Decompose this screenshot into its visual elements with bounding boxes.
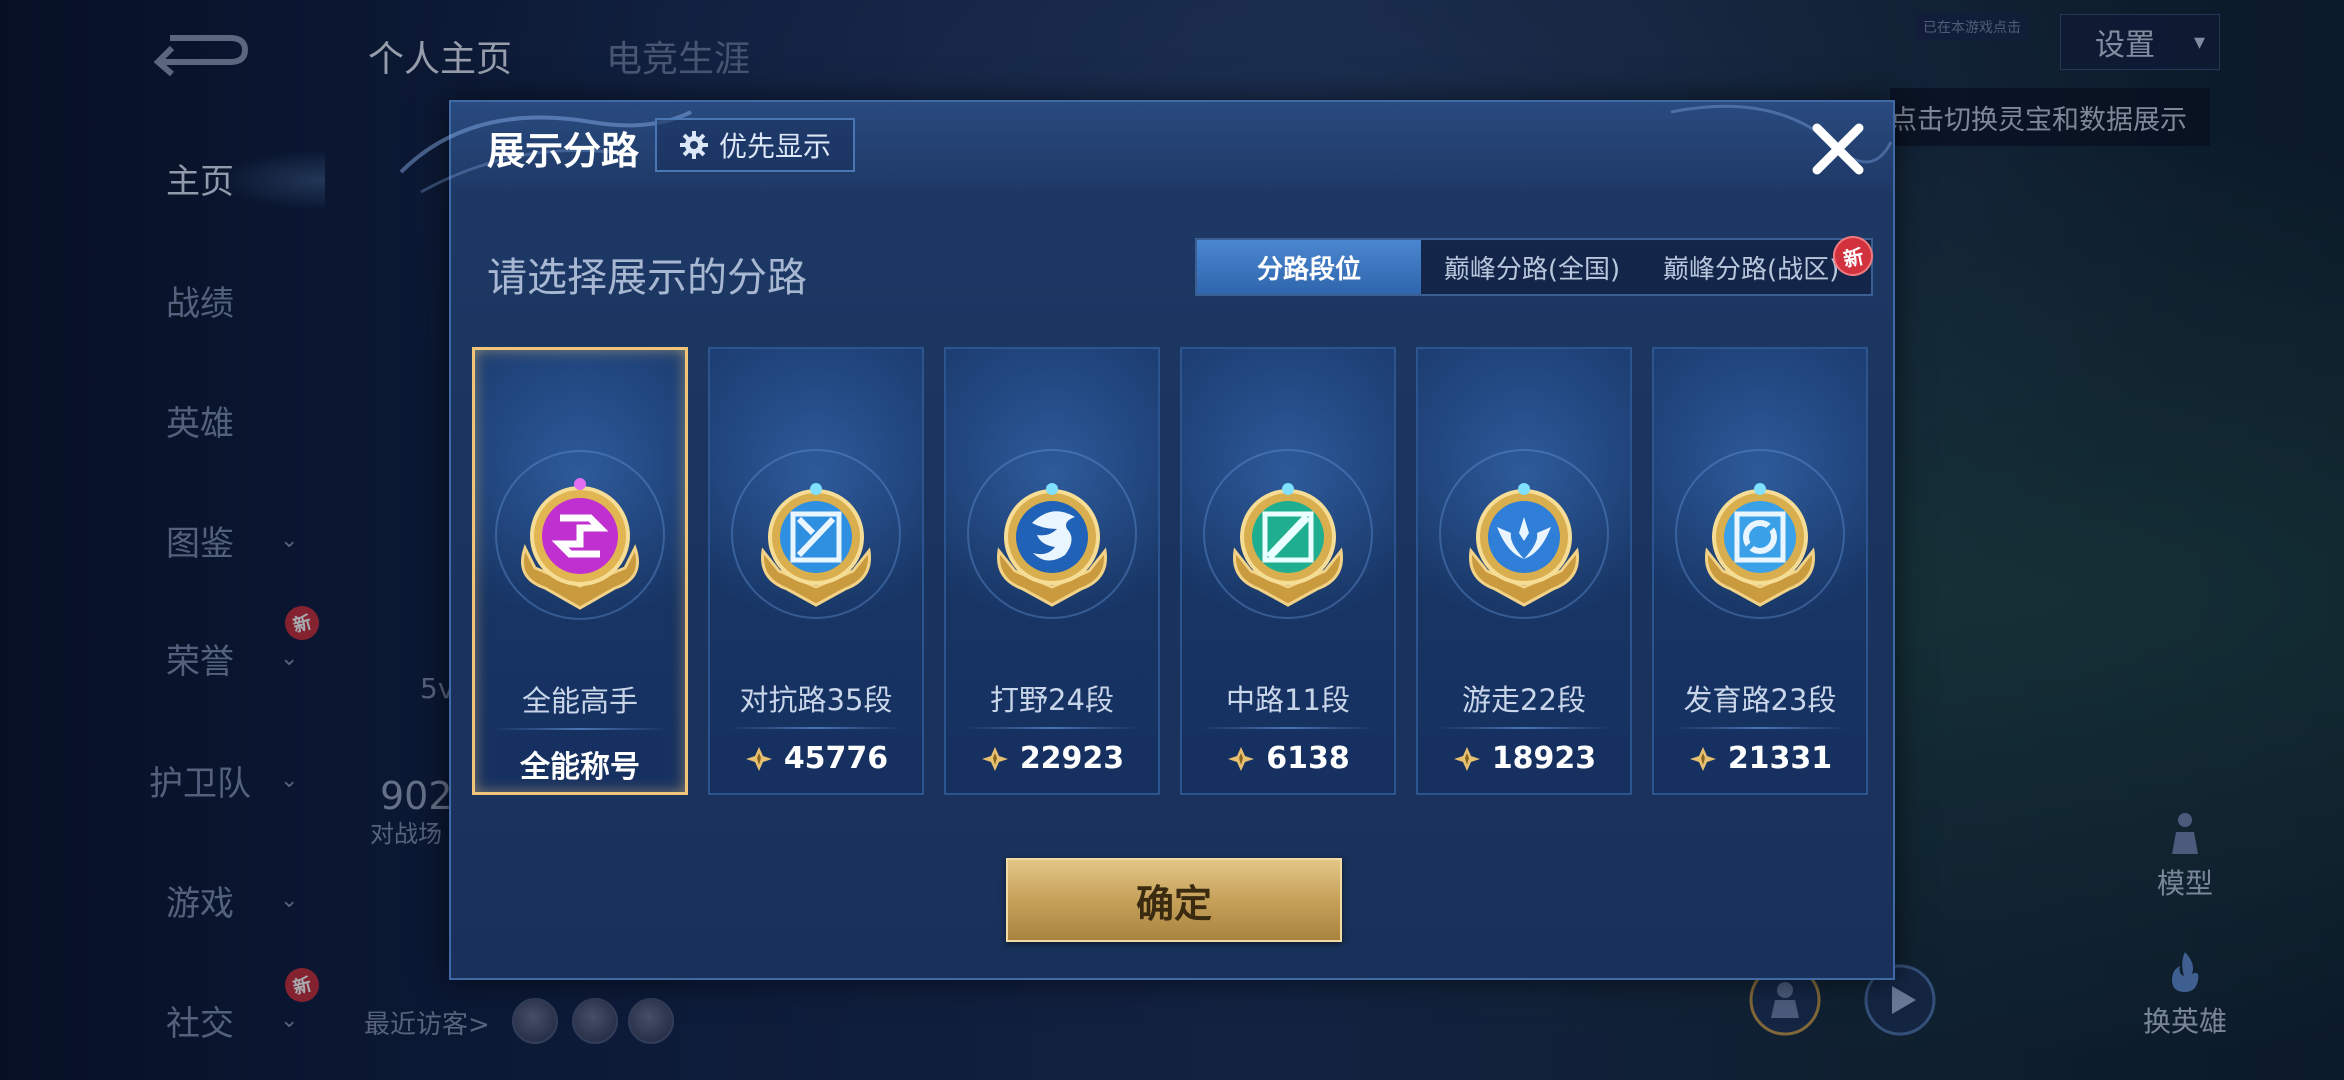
rank-emblem <box>741 467 891 617</box>
priority-display-button[interactable]: 优先显示 <box>655 118 855 172</box>
clash-lane-emblem-icon <box>761 483 871 607</box>
roam-wings-emblem-icon <box>1469 483 1579 607</box>
peak-points-icon <box>1453 746 1480 771</box>
gear-icon <box>679 131 708 159</box>
rank-emblem <box>977 467 1127 617</box>
lane-rank-name: 对抗路35段 <box>739 683 893 717</box>
lane-rank-name: 全能高手 <box>521 684 638 718</box>
lane-card[interactable]: 发育路23段 21331 <box>1652 347 1868 795</box>
lane-score-value: 全能称号 <box>520 750 640 785</box>
rank-emblem <box>1685 467 1835 617</box>
card-divider <box>728 727 904 729</box>
rank-emblem <box>1213 467 1363 617</box>
lane-score-value: 22923 <box>1019 741 1125 776</box>
lane-score-value: 6138 <box>1266 741 1350 776</box>
lane-score: 22923 <box>946 741 1158 776</box>
lane-score: 21331 <box>1654 741 1866 776</box>
segment-peak-national[interactable]: 巅峰分路(全国) <box>1421 240 1643 294</box>
peak-points-icon <box>1228 746 1255 771</box>
close-button[interactable] <box>1805 116 1871 182</box>
lane-score: 45776 <box>710 741 922 776</box>
all-round-emblem-icon <box>521 478 639 610</box>
dialog-title: 展示分路 <box>487 129 640 173</box>
card-divider <box>1672 727 1848 729</box>
lane-card[interactable]: 游走22段 18923 <box>1416 347 1632 795</box>
rank-emblem <box>505 468 655 618</box>
lane-rank-name: 中路11段 <box>1226 683 1350 717</box>
confirm-label: 确定 <box>1135 881 1212 926</box>
rank-emblem <box>1449 467 1599 617</box>
lane-card[interactable]: 全能高手 全能称号 <box>472 347 688 795</box>
lane-score: 6138 <box>1182 741 1394 776</box>
lane-score-value: 21331 <box>1727 741 1833 776</box>
lane-card[interactable]: 中路11段 6138 <box>1180 347 1396 795</box>
segment-lane-rank[interactable]: 分路段位 <box>1197 240 1421 294</box>
lane-card[interactable]: 打野24段 22923 <box>944 347 1160 795</box>
lane-score-value: 45776 <box>783 741 889 776</box>
mid-lane-emblem-icon <box>1233 483 1343 607</box>
card-divider <box>964 727 1140 729</box>
farm-lane-emblem-icon <box>1705 483 1815 607</box>
lane-rank-name: 发育路23段 <box>1683 683 1837 717</box>
card-divider <box>1436 727 1612 729</box>
display-lane-dialog: 展示分路 优先显示 请选择展示的分路 分路段位 巅峰分路(全国) 巅峰分路(战区… <box>399 100 1895 980</box>
priority-display-label: 优先显示 <box>718 130 831 163</box>
close-icon <box>1812 123 1864 175</box>
lane-rank-name: 打野24段 <box>990 683 1114 717</box>
lane-score-value: 18923 <box>1491 741 1597 776</box>
lane-score: 18923 <box>1418 741 1630 776</box>
lane-cards: 全能高手 全能称号 对抗路35段 45776 打野24段 22923 中路11段 6138 游走… <box>472 347 1882 797</box>
lane-type-segmented-control: 分路段位 巅峰分路(全国) 巅峰分路(战区) <box>1195 238 1873 296</box>
peak-points-icon <box>981 746 1008 771</box>
confirm-button[interactable]: 确定 <box>1006 858 1342 942</box>
card-divider <box>493 728 667 730</box>
card-divider <box>1200 727 1376 729</box>
lane-rank-name: 游走22段 <box>1462 683 1586 717</box>
lane-score: 全能称号 <box>475 742 685 786</box>
peak-points-icon <box>745 746 772 771</box>
dialog-subtitle: 请选择展示的分路 <box>487 255 807 301</box>
lane-card[interactable]: 对抗路35段 45776 <box>708 347 924 795</box>
jungle-dragon-emblem-icon <box>997 483 1107 607</box>
peak-points-icon <box>1689 746 1716 771</box>
